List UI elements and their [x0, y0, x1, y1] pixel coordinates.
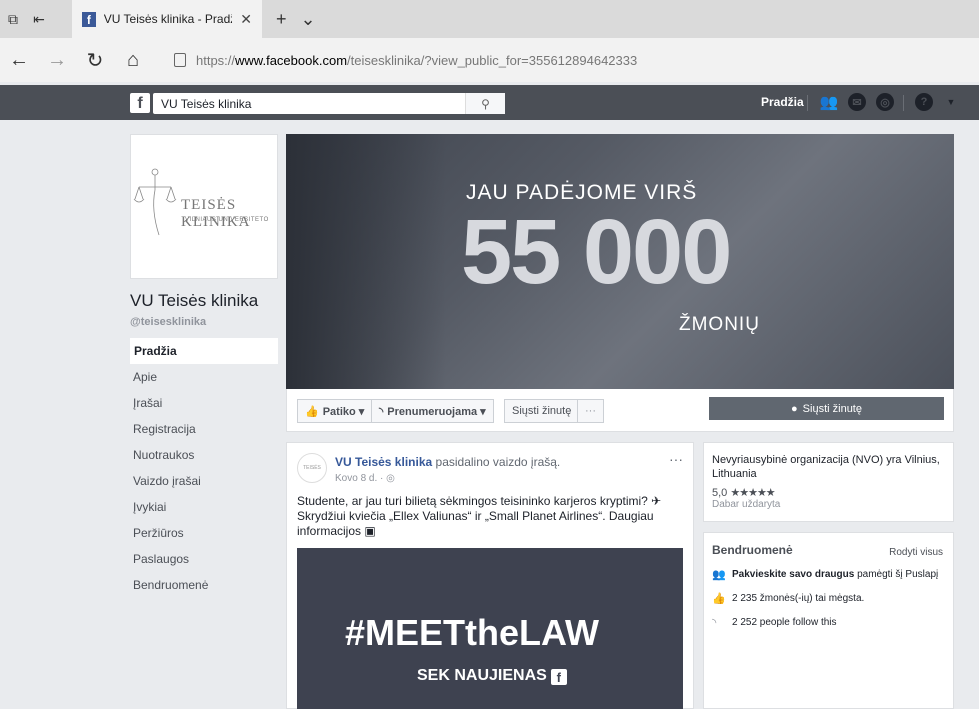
cover-shade: [286, 134, 446, 389]
rating[interactable]: 5,0 ★★★★★: [712, 486, 945, 499]
page-action-bar: 👍 Patiko ▾ ◝ Prenumeruojama ▾ Siųsti žinut…: [286, 389, 954, 432]
facebook-logo-icon: f: [550, 669, 567, 685]
help-icon[interactable]: ?: [915, 93, 933, 111]
star-rating-icon: ★★★★★: [730, 487, 775, 499]
post-timestamp[interactable]: Kovo 8 d. · ◎: [335, 473, 395, 484]
like-label: Patiko ▾: [322, 405, 365, 418]
back-arrow-icon[interactable]: ←: [0, 49, 38, 72]
search-value: VU Teisės klinika: [161, 96, 252, 111]
invite-friends-row[interactable]: 👥 Pakvieskite savo draugus pamėgti šį Pu…: [712, 568, 945, 581]
page-title[interactable]: VU Teisės klinika: [130, 291, 258, 311]
url-prefix: https://: [196, 52, 236, 68]
nav-item-home[interactable]: Pradžia: [130, 338, 278, 364]
thumbs-up-icon: 👍: [305, 405, 319, 418]
more-options-button[interactable]: ···: [577, 399, 604, 423]
chevron-down-icon[interactable]: ⌄: [301, 9, 316, 30]
invite-friends-link[interactable]: Pakvieskite savo draugus: [732, 569, 854, 580]
thumbs-up-icon: 👍: [712, 593, 726, 605]
invite-friends-text: pamėgti šį Puslapį: [857, 569, 939, 580]
set-aside-tabs-icon[interactable]: ⇤: [26, 6, 52, 32]
invite-friends-icon: 👥: [712, 569, 726, 581]
tab-preview-icon[interactable]: ⧉: [0, 6, 26, 32]
friends-icon[interactable]: 👥: [820, 93, 839, 111]
refresh-icon[interactable]: ↻: [76, 48, 114, 73]
lock-icon: [174, 53, 186, 67]
cover-photo[interactable]: JAU PADĖJOME VIRŠ 55 000 ŽMONIŲ: [286, 134, 954, 389]
nav-item-reviews[interactable]: Peržiūros: [130, 520, 278, 546]
facebook-favicon-icon: f: [82, 11, 96, 27]
page-handle[interactable]: @teisesklinika: [130, 316, 206, 328]
browser-tab-bar: ⧉ ⇤ f VU Teisės klinika - Pradž ✕ + ⌄: [0, 0, 979, 38]
nav-item-community[interactable]: Bendruomenė: [130, 572, 278, 598]
nav-item-registration[interactable]: Registracija: [130, 416, 278, 442]
nav-item-videos[interactable]: Vaizdo įrašai: [130, 468, 278, 494]
video-subtitle-text: SEK NAUJIENAS: [417, 667, 547, 684]
nav-item-events[interactable]: Įvykiai: [130, 494, 278, 520]
cover-number: 55 000: [461, 201, 732, 303]
cover-subline: ŽMONIŲ: [679, 314, 760, 335]
divider: [903, 95, 904, 111]
logo-title: TEISĖS KLINIKA: [181, 197, 251, 230]
account-menu-chevron-icon[interactable]: ▼: [942, 93, 960, 111]
page-info-card: Nevyriausybinė organizacija (NVO) yra Vi…: [703, 442, 954, 522]
nav-item-services[interactable]: Paslaugos: [130, 546, 278, 572]
community-card: Bendruomenė Rodyti visus 👥 Pakvieskite s…: [703, 532, 954, 709]
tab-title: VU Teisės klinika - Pradž: [103, 12, 233, 26]
likes-count: 2 235 žmonės(-ių) tai mėgsta.: [732, 593, 865, 604]
forward-arrow-icon[interactable]: →: [38, 49, 76, 72]
send-message-label: Siųsti žinutę: [802, 402, 862, 415]
feed-post: TEISĖS VU Teisės klinika pasidalino vaiz…: [286, 442, 694, 709]
logo-subtitle: VILNIAUS UNIVERSITETO: [185, 217, 269, 223]
post-text: Studente, ar jau turi bilietą sėkmingos …: [297, 494, 662, 538]
follows-row: ◝ 2 252 people follow this: [712, 616, 945, 629]
home-link[interactable]: Pradžia: [761, 95, 804, 109]
notifications-icon[interactable]: ◎: [876, 93, 894, 111]
nav-item-about[interactable]: Apie: [130, 364, 278, 390]
search-input[interactable]: VU Teisės klinika ⚲: [153, 93, 505, 114]
post-author-link[interactable]: VU Teisės klinika: [335, 455, 432, 469]
page-navigation: Pradžia Apie Įrašai Registracija Nuotrau…: [130, 338, 278, 598]
see-all-link[interactable]: Rodyti visus: [889, 547, 943, 558]
follow-button[interactable]: ◝ Prenumeruojama ▾: [371, 399, 494, 423]
video-player[interactable]: #MEETtheLAW SEK NAUJIENAS f: [297, 548, 683, 709]
video-hashtag: #MEETtheLAW: [345, 612, 600, 653]
home-icon[interactable]: ⌂: [114, 49, 152, 72]
nav-item-photos[interactable]: Nuotraukos: [130, 442, 278, 468]
url-path: /teisesklinika/?view_public_for=35561289…: [347, 52, 638, 68]
post-options-icon[interactable]: ···: [669, 451, 683, 467]
facebook-top-bar: f VU Teisės klinika ⚲ Pradžia 👥 ✉ ◎ ? ▼: [0, 85, 979, 120]
messenger-icon: ●: [791, 402, 798, 415]
browser-tab-active[interactable]: f VU Teisės klinika - Pradž ✕: [72, 0, 262, 38]
url-field[interactable]: https://www.facebook.com/teisesklinika/?…: [174, 53, 637, 68]
follow-label: Prenumeruojama ▾: [387, 405, 486, 418]
page-category[interactable]: Nevyriausybinė organizacija (NVO) yra Vi…: [712, 453, 945, 481]
like-button[interactable]: 👍 Patiko ▾: [297, 399, 373, 423]
video-subtitle: SEK NAUJIENAS f: [417, 667, 567, 685]
url-host: www.facebook.com: [235, 52, 348, 68]
search-icon[interactable]: ⚲: [465, 93, 505, 114]
post-header: VU Teisės klinika pasidalino vaizdo įraš…: [335, 455, 560, 469]
nav-item-posts[interactable]: Įrašai: [130, 390, 278, 416]
close-tab-icon[interactable]: ✕: [240, 11, 252, 28]
address-bar: ← → ↻ ⌂ https://www.facebook.com/teisesk…: [0, 38, 979, 82]
follows-count: 2 252 people follow this: [732, 617, 837, 628]
send-message-primary-button[interactable]: ● Siųsti žinutę: [709, 397, 944, 420]
rss-icon: ◝: [712, 617, 717, 629]
rss-icon: ◝: [379, 405, 384, 418]
post-action: pasidalino vaizdo įrašą.: [435, 455, 561, 469]
facebook-logo-icon[interactable]: f: [130, 93, 150, 113]
send-message-button[interactable]: Siųsti žinutę: [504, 399, 580, 423]
profile-picture[interactable]: TEISĖS KLINIKA VILNIAUS UNIVERSITETO: [130, 134, 278, 279]
avatar[interactable]: TEISĖS: [297, 453, 327, 483]
messenger-icon[interactable]: ✉: [848, 93, 866, 111]
status-text: Dabar uždaryta: [712, 499, 781, 510]
rating-value: 5,0: [712, 487, 728, 499]
divider: [807, 95, 808, 111]
likes-row: 👍 2 235 žmonės(-ių) tai mėgsta.: [712, 592, 945, 605]
new-tab-icon[interactable]: +: [276, 9, 287, 30]
